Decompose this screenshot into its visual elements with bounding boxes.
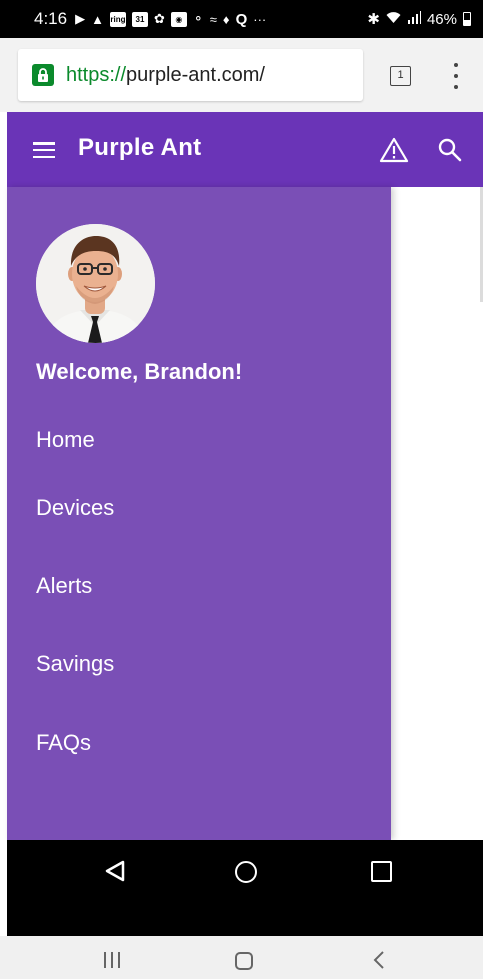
device-nav-bar — [0, 936, 483, 979]
welcome-text: Welcome, Brandon! — [36, 359, 243, 384]
app-header: Purple Ant — [7, 112, 483, 187]
bluetooth-icon: ✱ — [367, 11, 380, 28]
script-icon: ≈ — [209, 11, 217, 27]
signal-icon — [407, 10, 421, 28]
app-title: Purple Ant — [78, 134, 202, 161]
avatar — [36, 224, 155, 343]
q-icon: Q — [235, 10, 248, 28]
url-scheme: https:// — [66, 63, 127, 86]
leaf-icon: ✿ — [153, 11, 165, 26]
drawer-item-alerts[interactable]: Alerts — [36, 573, 92, 599]
recents-icon[interactable] — [104, 952, 120, 968]
search-icon[interactable] — [437, 137, 463, 163]
status-time: 4:16 — [34, 9, 68, 28]
url-bar[interactable]: https://purple-ant.com/ — [18, 49, 363, 101]
android-nav-bar — [7, 840, 483, 936]
dot — [454, 85, 458, 89]
lock-icon[interactable] — [32, 64, 54, 86]
drawer-item-home[interactable]: Home — [36, 427, 95, 453]
status-left: 4:16 ▶ ▲ ring 31 ✿ ◉ ⚬ ≈ ♦ Q ··· — [34, 9, 266, 29]
back-chevron-icon[interactable] — [372, 950, 386, 975]
camera-icon: ◉ — [170, 11, 187, 27]
more-dots-icon: ··· — [253, 11, 267, 27]
play-icon: ▶ — [75, 11, 86, 26]
status-right: ✱ 46% — [367, 10, 471, 28]
drawer-item-savings[interactable]: Savings — [36, 651, 114, 677]
url-text[interactable]: https://purple-ant.com/ — [66, 64, 265, 87]
alert-warning-icon[interactable] — [379, 137, 409, 163]
status-bar: 4:16 ▶ ▲ ring 31 ✿ ◉ ⚬ ≈ ♦ Q ··· ✱ 46% — [0, 0, 483, 38]
url-host: purple-ant.com/ — [126, 63, 265, 86]
home-button[interactable] — [235, 861, 257, 883]
warning-icon: ▲ — [91, 11, 104, 27]
back-button[interactable] — [104, 859, 126, 888]
wifi-icon — [386, 11, 401, 28]
drawer-item-faqs[interactable]: FAQs — [36, 730, 91, 756]
navigation-drawer: Welcome, Brandon! Home Devices Alerts Sa… — [7, 187, 391, 840]
ring-icon: ring — [109, 11, 126, 27]
calendar-icon: 31 — [131, 11, 148, 27]
menu-icon[interactable] — [33, 142, 55, 158]
bird-icon: ♦ — [222, 11, 230, 27]
recent-apps-button[interactable] — [371, 861, 392, 882]
home-icon[interactable] — [235, 952, 253, 970]
notification-icons: ▶ ▲ ring 31 ✿ ◉ ⚬ ≈ ♦ Q ··· — [75, 11, 266, 28]
tab-switcher-button[interactable]: 1 — [390, 66, 411, 86]
toyota-icon: ⚬ — [192, 11, 204, 26]
dot — [454, 63, 458, 67]
page-content[interactable] — [391, 187, 483, 840]
drawer-item-devices[interactable]: Devices — [36, 495, 114, 521]
battery-text: 46% — [426, 10, 457, 28]
browser-menu-button[interactable] — [448, 63, 464, 89]
dot — [454, 74, 458, 78]
browser-toolbar: https://purple-ant.com/ 1 — [0, 38, 483, 112]
battery-icon — [463, 12, 471, 26]
